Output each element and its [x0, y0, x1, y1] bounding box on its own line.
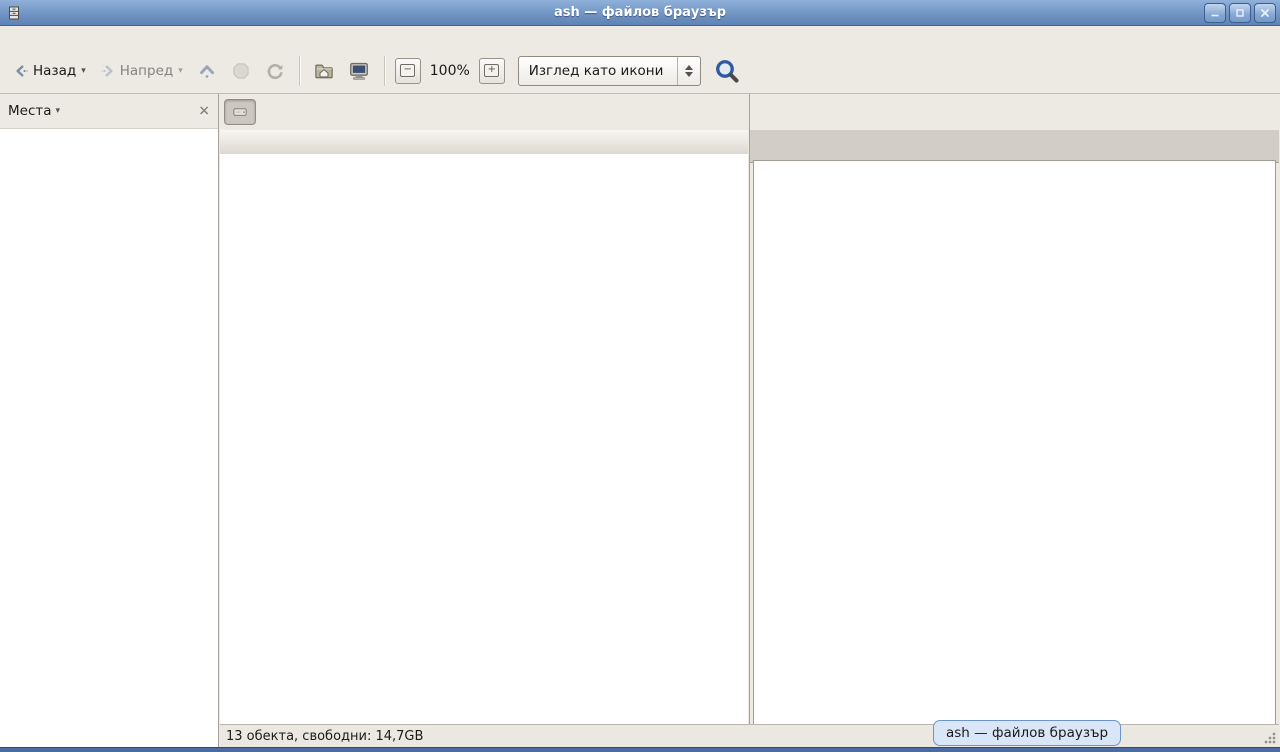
reload-icon	[265, 61, 285, 81]
forward-button[interactable]: Напред ▾	[93, 57, 190, 85]
search-button[interactable]	[711, 55, 743, 87]
back-dropdown-icon[interactable]: ▾	[81, 66, 86, 76]
close-icon	[1259, 7, 1271, 19]
close-button[interactable]	[1254, 3, 1276, 23]
tree-pane	[220, 94, 748, 725]
table-body	[220, 154, 748, 725]
resize-grip[interactable]	[1263, 731, 1277, 745]
icon-view[interactable]	[753, 160, 1276, 725]
zoom-out-icon: −	[400, 64, 415, 77]
main-area: Места ▾ × 13 обекта, свободни: 14,7GB	[0, 94, 1280, 752]
minimize-button[interactable]	[1204, 3, 1226, 23]
titlebar[interactable]: ash — файлов браузър	[0, 0, 1280, 26]
reload-button[interactable]	[258, 55, 292, 87]
table-header	[220, 130, 748, 155]
zoom-in-button[interactable]: +	[479, 58, 505, 84]
taskbar-window-button[interactable]: ash — файлов браузър	[933, 720, 1121, 746]
icon-pane	[749, 94, 1279, 725]
stop-button[interactable]	[224, 55, 258, 87]
view-mode-select[interactable]: Изглед като икони	[518, 56, 702, 86]
forward-icon	[100, 63, 116, 79]
home-folder-icon	[314, 61, 334, 81]
places-caret-icon: ▾	[56, 106, 61, 116]
root-location-button[interactable]	[224, 99, 256, 125]
computer-button[interactable]	[341, 54, 377, 88]
maximize-icon	[1234, 7, 1246, 19]
window-bottom-edge	[0, 747, 1280, 752]
up-button[interactable]	[190, 55, 224, 87]
view-mode-label: Изглед като икони	[529, 63, 678, 79]
computer-icon	[348, 60, 370, 82]
places-selector[interactable]: Места ▾	[8, 103, 198, 119]
forward-label: Напред	[120, 63, 173, 79]
tab-bar	[750, 130, 1279, 163]
places-title: Места	[8, 103, 52, 119]
toolbar-separator	[299, 56, 300, 86]
home-button[interactable]	[307, 55, 341, 87]
back-icon	[13, 63, 29, 79]
tree-pathbar	[220, 94, 748, 130]
zoom-out-button[interactable]: −	[395, 58, 421, 84]
toolbar: Назад ▾ Напред ▾ − 100% + Изглед като ик…	[0, 48, 1280, 94]
places-header: Места ▾ ×	[0, 94, 218, 129]
file-browser-window: ash — файлов браузър Назад ▾ Напред ▾	[0, 0, 1280, 752]
maximize-button[interactable]	[1229, 3, 1251, 23]
zoom-in-icon: +	[484, 64, 499, 77]
breadcrumb	[750, 94, 1279, 130]
zoom-level: 100%	[424, 63, 476, 79]
menu-bar	[0, 26, 1280, 48]
drive-icon	[232, 104, 248, 120]
toolbar-separator	[384, 56, 385, 86]
minimize-icon	[1209, 7, 1221, 19]
back-button[interactable]: Назад ▾	[6, 57, 93, 85]
window-title: ash — файлов браузър	[0, 5, 1280, 20]
window-controls	[1204, 3, 1276, 23]
stop-icon	[231, 61, 251, 81]
status-text: 13 обекта, свободни: 14,7GB	[226, 729, 423, 744]
places-sidebar: Места ▾ ×	[0, 94, 219, 748]
places-list	[0, 130, 218, 748]
taskbar-window-label: ash — файлов браузър	[946, 725, 1108, 741]
combo-spinner-icon	[678, 65, 700, 77]
places-close-icon[interactable]: ×	[198, 103, 210, 119]
back-label: Назад	[33, 63, 76, 79]
forward-dropdown-icon[interactable]: ▾	[178, 66, 183, 76]
search-icon	[714, 58, 740, 84]
up-icon	[197, 61, 217, 81]
